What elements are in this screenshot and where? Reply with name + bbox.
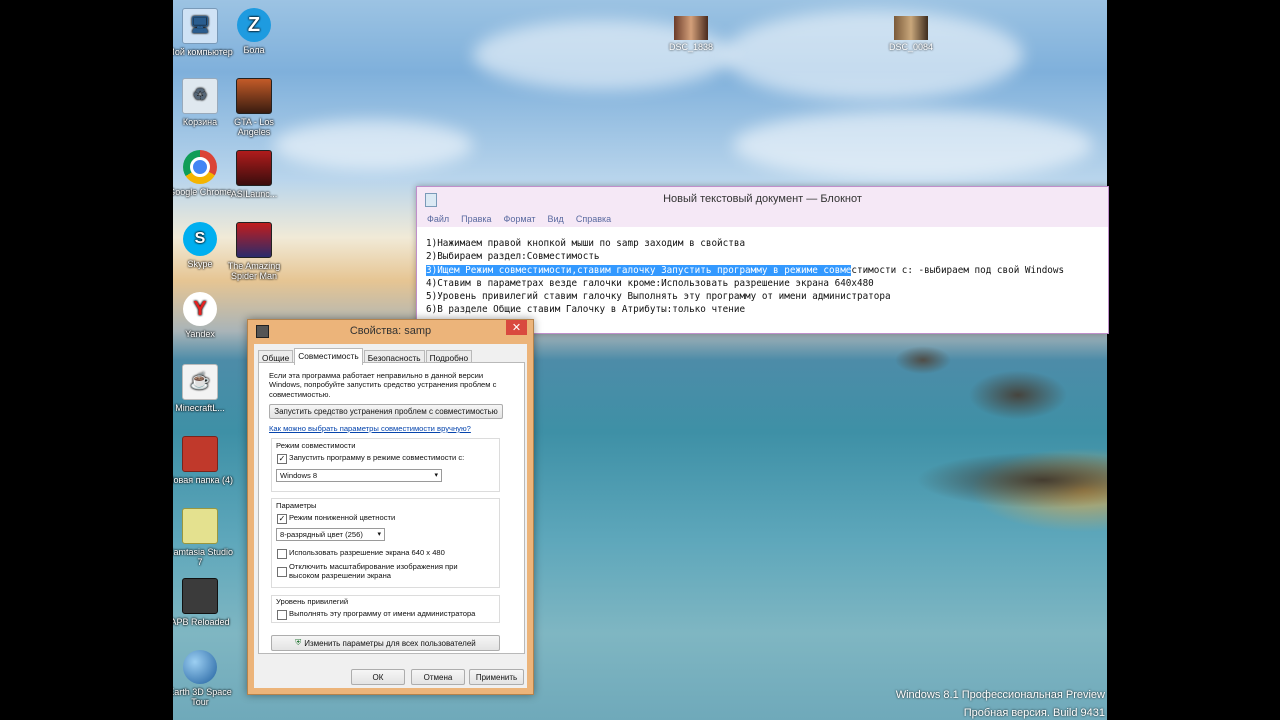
- troubleshoot-button[interactable]: Запустить средство устранения проблем с …: [269, 404, 503, 419]
- app-icon: [256, 325, 269, 338]
- shield-icon: ⛨: [295, 638, 302, 647]
- notepad-titlebar[interactable]: Новый текстовый документ — Блокнот: [417, 187, 1108, 211]
- cancel-button[interactable]: Отмена: [411, 669, 465, 685]
- close-button[interactable]: ✕: [506, 320, 527, 335]
- intro-text: Если эта программа работает неправильно …: [269, 371, 497, 399]
- icon-label: Skype: [187, 259, 213, 269]
- desktop-icon-camtasia[interactable]: Camtasia Studio 7: [173, 508, 235, 567]
- reduced-color-label: Режим пониженной цветности: [289, 513, 396, 522]
- text-line: 1)Нажимаем правой кнопкой мыши по samp з…: [426, 238, 746, 249]
- properties-dialog[interactable]: Свойства: samp ✕ Общие Совместимость Без…: [247, 319, 534, 695]
- windows-watermark-line1: Windows 8.1 Профессиональная Preview: [895, 689, 1105, 701]
- game-icon: [182, 578, 218, 614]
- desktop-icon-asilauncher[interactable]: ASILaunc...: [219, 150, 289, 199]
- os-select-value: Windows 8: [280, 471, 318, 480]
- menu-view[interactable]: Вид: [548, 214, 564, 224]
- res-640-label: Использовать разрешение экрана 640 x 480: [289, 548, 445, 557]
- game-icon: [236, 78, 272, 114]
- disable-scaling-checkbox[interactable]: [277, 567, 287, 577]
- menu-edit[interactable]: Правка: [461, 214, 491, 224]
- apply-button[interactable]: Применить: [469, 669, 524, 685]
- recycle-bin-icon: ♻: [182, 78, 218, 114]
- photo-icon: [674, 16, 708, 40]
- chevron-down-icon: ▾: [434, 472, 438, 479]
- photo-icon: [894, 16, 928, 40]
- compat-mode-check-label: Запустить программу в режиме совместимос…: [289, 453, 465, 462]
- icon-label: DSC_1838: [668, 42, 714, 52]
- text-line: 3)Ищем Режим совместимости,ставим галочк…: [426, 264, 1108, 277]
- desktop-icon-spiderman[interactable]: The Amazing Spider Man: [219, 222, 289, 281]
- skype-icon: S: [183, 222, 217, 256]
- icon-label: Camtasia Studio 7: [173, 547, 234, 567]
- desktop-icon-photo-2[interactable]: DSC_0084: [876, 16, 946, 52]
- res-640-checkbox[interactable]: [277, 549, 287, 559]
- dialog-titlebar[interactable]: Свойства: samp ✕: [248, 320, 533, 342]
- text-line: 4)Ставим в параметрах везде галочки кром…: [426, 277, 874, 289]
- yandex-icon: Y: [183, 292, 217, 326]
- windows-watermark-line2: Пробная версия. Build 9431: [963, 707, 1105, 719]
- icon-label: DSC_0084: [888, 42, 934, 52]
- compatibility-page: Если эта программа работает неправильно …: [258, 362, 525, 654]
- privilege-label: Уровень привилегий: [276, 597, 349, 606]
- manual-settings-link[interactable]: Как можно выбрать параметры совместимост…: [269, 424, 471, 433]
- folder-icon: [182, 436, 218, 472]
- notepad-window[interactable]: Новый текстовый документ — Блокнот Файл …: [416, 186, 1109, 334]
- change-all-users-button[interactable]: ⛨ Изменить параметры для всех пользовате…: [271, 635, 500, 651]
- computer-icon: 🖥: [182, 8, 218, 44]
- ok-button[interactable]: ОК: [351, 669, 405, 685]
- chevron-down-icon: ▾: [377, 531, 381, 538]
- java-icon: ☕: [182, 364, 218, 400]
- desktop-icon-yandex[interactable]: Y Yandex: [173, 292, 235, 339]
- color-depth-value: 8-разрядный цвет (256): [280, 530, 363, 539]
- z-app-icon: Z: [237, 8, 271, 42]
- desktop-icon-minecraft[interactable]: ☕ MinecraftL...: [173, 364, 235, 413]
- notepad-icon: [425, 193, 437, 207]
- icon-label: GTA - Los Angeles: [234, 117, 274, 137]
- camtasia-icon: [182, 508, 218, 544]
- menu-file[interactable]: Файл: [427, 214, 449, 224]
- desktop-icon-z-app[interactable]: Z Бола: [219, 8, 289, 55]
- run-as-admin-checkbox[interactable]: [277, 610, 287, 620]
- notepad-menubar: Файл Правка Формат Вид Справка: [417, 211, 1108, 227]
- game-icon: [236, 150, 272, 186]
- icon-label: Бола: [243, 45, 265, 55]
- icon-label: APB Reloaded: [173, 617, 230, 627]
- dialog-body: Общие Совместимость Безопасность Подробн…: [254, 344, 527, 688]
- icon-label: Корзина: [182, 117, 218, 127]
- selected-text: 3)Ищем Режим совместимости,ставим галочк…: [426, 264, 852, 276]
- menu-format[interactable]: Формат: [504, 214, 536, 224]
- game-icon: [236, 222, 272, 258]
- icon-label: MinecraftL...: [175, 403, 225, 413]
- change-all-users-label: Изменить параметры для всех пользователе…: [304, 638, 476, 648]
- notepad-text-area[interactable]: 1)Нажимаем правой кнопкой мыши по samp з…: [417, 227, 1108, 317]
- icon-label: Earth 3D Space Tour: [173, 687, 232, 707]
- compat-mode-checkbox[interactable]: ✓: [277, 454, 287, 464]
- text-rest: стимости с: -выбираем под свой Windows: [851, 264, 1065, 276]
- tab-compatibility[interactable]: Совместимость: [294, 348, 363, 365]
- dialog-title: Свойства: samp: [349, 325, 432, 337]
- desktop-icon-folder[interactable]: Новая папка (4): [173, 436, 235, 485]
- compat-mode-label: Режим совместимости: [276, 441, 356, 450]
- desktop-icon-earth[interactable]: Earth 3D Space Tour: [173, 650, 235, 707]
- text-line: 5)Уровень привилегий ставим галочку Выпо…: [426, 291, 891, 303]
- text-line: 6)В разделе Общие ставим Галочку в Атриб…: [426, 304, 746, 316]
- os-select[interactable]: Windows 8 ▾: [276, 469, 442, 482]
- icon-label: Yandex: [185, 329, 215, 339]
- color-depth-select[interactable]: 8-разрядный цвет (256) ▾: [276, 528, 385, 541]
- params-label: Параметры: [276, 501, 317, 510]
- desktop-icon-gta[interactable]: GTA - Los Angeles: [219, 78, 289, 137]
- chrome-icon: [183, 150, 217, 184]
- icon-label: ASILaunc...: [230, 189, 278, 199]
- reduced-color-checkbox[interactable]: ✓: [277, 514, 287, 524]
- icon-label: The Amazing Spider Man: [227, 261, 281, 281]
- desktop-icon-apb[interactable]: APB Reloaded: [173, 578, 235, 627]
- notepad-title: Новый текстовый документ — Блокнот: [663, 193, 862, 205]
- menu-help[interactable]: Справка: [576, 214, 611, 224]
- icon-label: Новая папка (4): [173, 475, 233, 485]
- earth-icon: [183, 650, 217, 684]
- run-as-admin-label: Выполнять эту программу от имени админис…: [289, 609, 476, 618]
- disable-scaling-label: Отключить масштабирование изображения пр…: [289, 562, 458, 581]
- text-line: 2)Выбираем раздел:Совместимость: [426, 251, 600, 263]
- desktop-icon-photo-1[interactable]: DSC_1838: [656, 16, 726, 52]
